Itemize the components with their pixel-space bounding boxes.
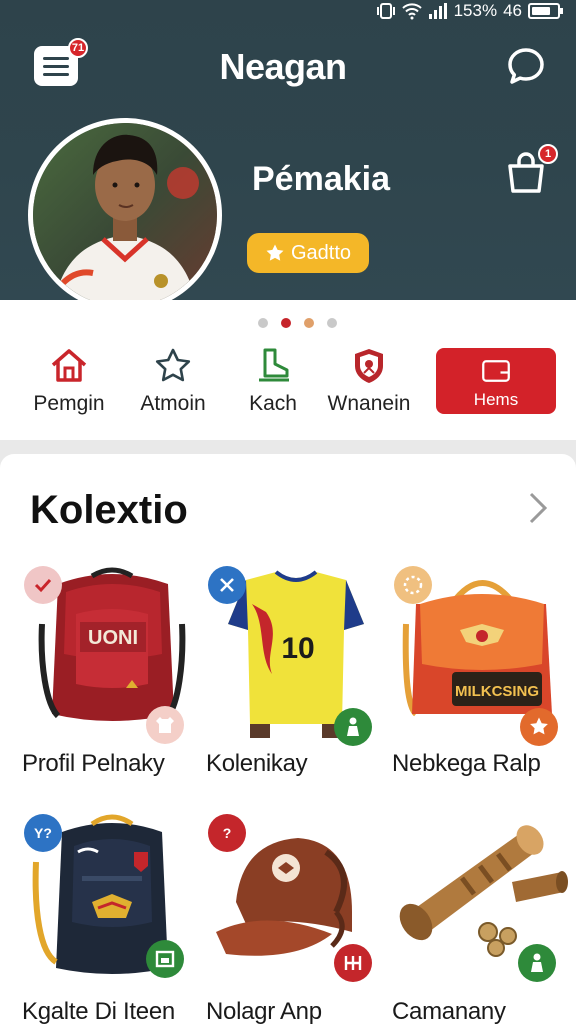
sport-tag[interactable]: [208, 566, 246, 604]
product-name: Kolenikay: [206, 750, 308, 777]
status-bar: 153% 46: [0, 0, 576, 24]
person-icon: [347, 717, 359, 736]
product-print: 10: [281, 632, 314, 665]
shirt-icon: [156, 717, 174, 733]
person-icon: [531, 953, 543, 972]
shirt-tag[interactable]: [146, 706, 184, 744]
nav-label: Wnanein: [327, 392, 411, 415]
grid-icon: [344, 956, 362, 970]
product-card[interactable]: ? Nolagr Anp: [206, 812, 386, 1024]
product-name: Nebkega Ralp: [392, 750, 541, 777]
nav-label: Pemgin: [33, 392, 105, 415]
product-card[interactable]: MILKCSING Nebkega Ralp: [392, 564, 572, 794]
wifi-icon: [401, 3, 422, 20]
app-title: Neagan: [219, 46, 347, 87]
carousel-indicator: [258, 318, 337, 328]
wallet-icon: [482, 360, 510, 382]
signal-icon: [428, 3, 447, 19]
discount-tag[interactable]: [394, 566, 432, 604]
carousel-dot-active[interactable]: [281, 318, 291, 328]
product-name: Kgalte Di Iteen: [22, 998, 175, 1024]
nav-label: Atmoin: [140, 392, 206, 415]
product-name: Camanany: [392, 998, 506, 1024]
product-name: Profil Pelnaky: [22, 750, 165, 777]
nav-item-club[interactable]: Wnanein: [314, 346, 424, 416]
nav-item-wallet[interactable]: Hems: [436, 348, 556, 414]
hot-tag[interactable]: ?: [208, 814, 246, 852]
collection-section: Kolextio UONI Profil Pelnaky 10 Kolenika…: [0, 454, 576, 1024]
featured-tag[interactable]: [520, 708, 558, 746]
shoe-icon: [259, 348, 289, 382]
shopping-bag-button[interactable]: 1: [504, 144, 558, 194]
vibrate-icon: [376, 3, 395, 19]
player-tag[interactable]: [334, 708, 372, 746]
section-title: Kolextio: [30, 488, 188, 532]
battery-percent: 153%: [453, 1, 498, 20]
battery-icon: [528, 3, 563, 19]
product-card[interactable]: Y? Kgalte Di Iteen: [22, 812, 202, 1024]
nav-label: Kach: [249, 392, 297, 415]
quick-nav: Pemgin Atmoin Kach Wnanein Hems: [0, 346, 576, 416]
star-icon: [266, 244, 284, 261]
product-card[interactable]: 10 Kolenikay: [206, 564, 386, 794]
dotted-circle-icon: [403, 575, 423, 595]
bag-badge: 1: [538, 144, 558, 164]
chevron-right-icon[interactable]: [526, 490, 550, 526]
chat-icon[interactable]: [506, 46, 546, 86]
player-portrait-image: [33, 123, 217, 307]
network-label: 46: [503, 1, 522, 20]
nav-item-favorites[interactable]: Atmoin: [118, 346, 228, 416]
wishlist-tag[interactable]: [24, 566, 62, 604]
check-icon: [34, 578, 52, 593]
player-tag[interactable]: [518, 944, 556, 982]
nav-label: Hems: [473, 390, 519, 409]
product-card[interactable]: UONI Profil Pelnaky: [22, 564, 202, 794]
nav-item-kach[interactable]: Kach: [218, 346, 328, 416]
product-print: MILKCSING: [455, 683, 539, 700]
tag-text: Y?: [34, 825, 52, 841]
nav-item-home[interactable]: Pemgin: [14, 346, 124, 416]
tag-text: ?: [222, 825, 232, 841]
carousel-dot[interactable]: [258, 318, 268, 328]
star-icon: [530, 717, 548, 735]
profile-name: Pémakia: [252, 160, 390, 198]
profile-header: 153% 46 71 Neagan Pémakia Gadtto 1: [0, 0, 576, 312]
avatar[interactable]: [28, 118, 222, 312]
home-icon: [51, 349, 87, 382]
product-print: UONI: [88, 627, 138, 649]
product-name: Nolagr Anp: [206, 998, 322, 1024]
gold-status-button[interactable]: Gadtto: [247, 233, 369, 273]
quick-nav-panel: Pemgin Atmoin Kach Wnanein Hems: [0, 300, 576, 440]
gold-button-label: Gadtto: [290, 241, 352, 264]
club-crest-icon: [355, 349, 383, 383]
category-tag[interactable]: [334, 944, 372, 982]
share-tag[interactable]: [146, 940, 184, 978]
scissors-icon: [220, 578, 234, 592]
info-tag[interactable]: Y?: [24, 814, 62, 852]
product-card[interactable]: Camanany: [392, 812, 572, 1024]
avatar-photo: [33, 123, 217, 307]
carousel-dot[interactable]: [304, 318, 314, 328]
star-icon: [155, 348, 191, 382]
shop-icon: [155, 950, 175, 968]
carousel-dot[interactable]: [327, 318, 337, 328]
